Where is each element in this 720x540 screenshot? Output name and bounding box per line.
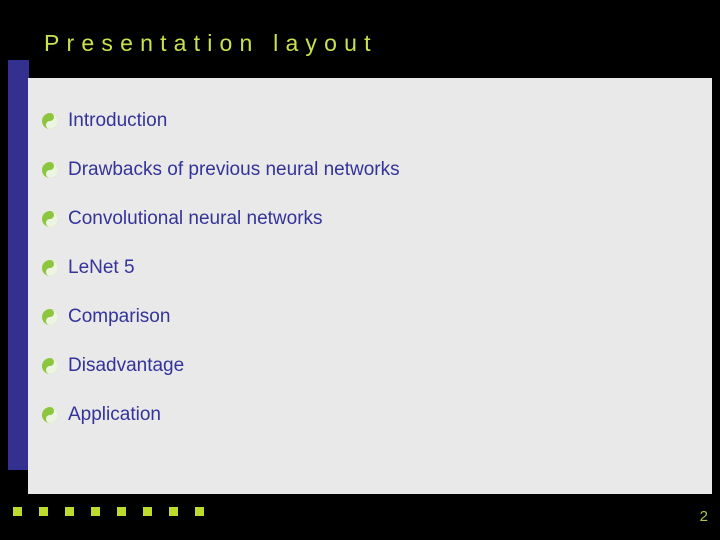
decorative-square [65, 507, 74, 516]
list-item[interactable]: Disadvantage [40, 341, 700, 390]
list-item-label: Drawbacks of previous neural networks [68, 158, 400, 180]
page-number: 2 [699, 508, 708, 525]
list-item-label: Disadvantage [68, 354, 185, 376]
list-item[interactable]: Drawbacks of previous neural networks [40, 145, 700, 194]
list-item[interactable]: Comparison [40, 292, 700, 341]
yin-yang-bullet-icon [40, 258, 60, 278]
yin-yang-bullet-icon [40, 356, 60, 376]
list-item[interactable]: Introduction [40, 96, 700, 145]
list-item-label: LeNet 5 [68, 256, 135, 278]
list-item-label: Convolutional neural networks [68, 207, 323, 229]
decorative-square [117, 507, 126, 516]
decorative-square [169, 507, 178, 516]
presentation-slide: Presentation layout Introduction Drawbac… [0, 0, 720, 540]
slide-title: Presentation layout [44, 30, 378, 56]
list-item[interactable]: Application [40, 390, 700, 439]
yin-yang-bullet-icon [40, 111, 60, 131]
list-item-label: Introduction [68, 109, 168, 131]
slide-content-panel: Introduction Drawbacks of previous neura… [28, 78, 712, 494]
decorative-square-strip [13, 507, 243, 517]
decorative-square [13, 507, 22, 516]
list-item-label: Application [68, 403, 161, 425]
list-item[interactable]: Convolutional neural networks [40, 194, 700, 243]
decorative-square [195, 507, 204, 516]
decorative-square [39, 507, 48, 516]
decorative-square [91, 507, 100, 516]
list-item-label: Comparison [68, 305, 171, 327]
decorative-square [143, 507, 152, 516]
list-item[interactable]: LeNet 5 [40, 243, 700, 292]
yin-yang-bullet-icon [40, 405, 60, 425]
left-accent-bar [8, 60, 29, 470]
bullet-list: Introduction Drawbacks of previous neura… [40, 96, 700, 439]
yin-yang-bullet-icon [40, 209, 60, 229]
yin-yang-bullet-icon [40, 307, 60, 327]
yin-yang-bullet-icon [40, 160, 60, 180]
